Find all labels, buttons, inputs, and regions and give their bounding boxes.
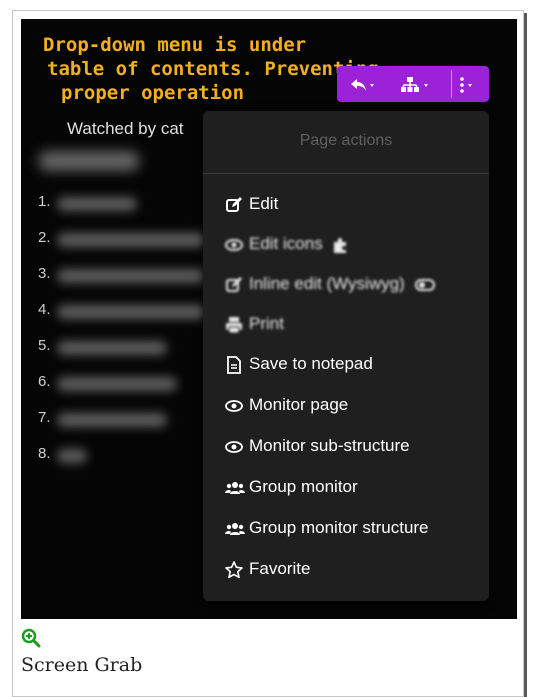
toc-number: 4.	[38, 301, 51, 318]
eye-icon	[225, 236, 243, 254]
menu-item-label: Edit	[249, 194, 279, 213]
menu-item-group-monitor-structure[interactable]: Group monitor structure	[225, 513, 429, 543]
title-line-2: table of contents. Preventing	[47, 58, 379, 80]
eye-icon	[225, 438, 243, 456]
toc-number: 8.	[38, 445, 51, 462]
toc-number: 2.	[38, 229, 51, 246]
reply-icon	[351, 79, 374, 92]
menu-item-label: Monitor sub-structure	[249, 436, 410, 455]
edit-icon	[225, 196, 243, 214]
print-icon	[225, 316, 243, 334]
puzzle-icon	[331, 236, 349, 254]
file-icon	[225, 355, 243, 374]
menu-item-favorite[interactable]: Favorite	[225, 554, 310, 584]
edit-icon	[225, 276, 243, 294]
toc-number: 6.	[38, 373, 51, 390]
toolbar-separator	[451, 70, 452, 98]
toc-link[interactable]	[57, 449, 87, 463]
menu-item-label: Print	[249, 314, 284, 333]
toc-link[interactable]	[57, 233, 207, 247]
menu-item-label: Edit icons	[249, 234, 323, 253]
image-caption: Screen Grab	[21, 654, 143, 676]
toc-number: 5.	[38, 337, 51, 354]
more-actions-button[interactable]	[457, 72, 481, 96]
toggle-icon[interactable]	[415, 278, 436, 292]
toc-link[interactable]	[57, 341, 167, 355]
sitemap-icon	[401, 77, 428, 93]
vertical-dots-icon	[460, 77, 472, 94]
toc-link[interactable]	[57, 305, 207, 319]
star-icon	[225, 560, 243, 579]
users-icon	[225, 479, 245, 497]
toc-link[interactable]	[57, 197, 137, 211]
menu-item-label: Group monitor structure	[249, 518, 429, 537]
title-line-3: proper operation	[61, 82, 245, 104]
menu-item-edit[interactable]: Edit	[225, 189, 278, 219]
menu-item-label: Monitor page	[249, 395, 349, 414]
page-toolbar	[337, 66, 489, 102]
toc-number: 7.	[38, 409, 51, 426]
menu-item-monitor-page[interactable]: Monitor page	[225, 390, 348, 420]
menu-divider	[203, 173, 489, 174]
toc-link[interactable]	[57, 377, 177, 391]
back-button[interactable]	[349, 72, 377, 96]
watched-by-text: Watched by cat	[67, 119, 184, 138]
menu-item-label: Save to notepad	[249, 354, 373, 373]
toc-link[interactable]	[57, 413, 167, 427]
menu-item-label: Group monitor	[249, 477, 358, 496]
menu-item-edit-icons[interactable]: Edit icons	[225, 229, 355, 259]
menu-header: Page actions	[299, 132, 393, 149]
menu-item-print[interactable]: Print	[225, 309, 284, 339]
structure-button[interactable]	[399, 72, 433, 96]
menu-item-label: Favorite	[249, 559, 311, 578]
menu-item-save-to-notepad[interactable]: Save to notepad	[225, 349, 373, 379]
screenshot: Drop-down menu is under table of content…	[21, 19, 517, 619]
page-actions-menu: Page actions Edit Edit icons Inline edit…	[203, 111, 489, 601]
toc-link[interactable]	[57, 269, 207, 283]
menu-item-group-monitor[interactable]: Group monitor	[225, 472, 358, 502]
users-icon	[225, 520, 245, 538]
toc-number: 1.	[38, 193, 51, 210]
menu-item-monitor-sub-structure[interactable]: Monitor sub-structure	[225, 431, 410, 461]
menu-item-inline-edit[interactable]: Inline edit (Wysiwyg)	[225, 269, 441, 299]
eye-icon	[225, 397, 243, 415]
toc-title	[39, 151, 139, 171]
toc-number: 3.	[38, 265, 51, 282]
menu-item-label: Inline edit (Wysiwyg)	[249, 274, 405, 293]
zoom-in-icon[interactable]	[21, 628, 41, 653]
title-line-1: Drop-down menu is under	[43, 34, 307, 56]
